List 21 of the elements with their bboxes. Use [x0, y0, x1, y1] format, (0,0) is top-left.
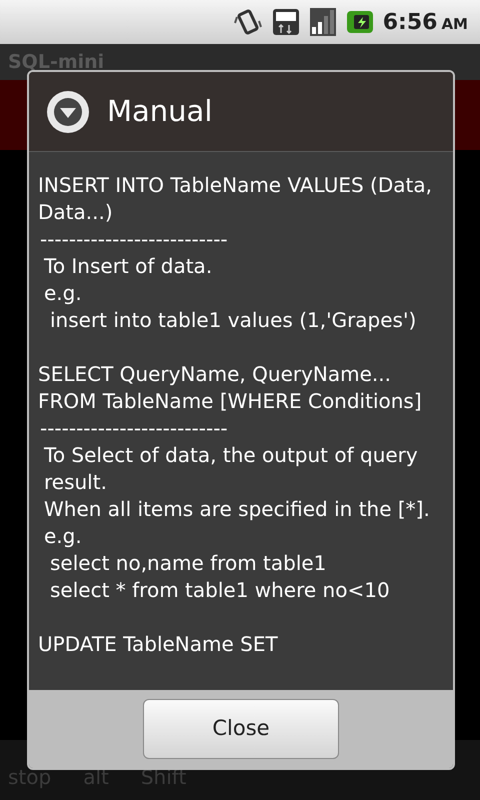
signal-icon [308, 7, 337, 37]
manual-note: e.g. [43, 523, 83, 550]
manual-note: To Select of data, the output of query result. [43, 442, 419, 496]
close-button[interactable]: Close [143, 699, 339, 759]
example-query: select * from table1 where no<10 [49, 577, 391, 604]
manual-note: To Insert of data. [43, 253, 214, 280]
battery-charging-icon [344, 9, 375, 35]
statement-text: UPDATE TableName SET [37, 631, 279, 658]
statement-text: INSERT INTO TableName VALUES (Data, Data...) [37, 172, 433, 226]
vibrate-phone-icon [232, 7, 263, 37]
dialog-title: Manual [107, 92, 212, 130]
dashed-rule-text: -------------------------- [39, 226, 229, 253]
manual-note: e.g. [43, 280, 83, 307]
statement-text: SELECT QueryName, QueryName... FROM TableName [WHERE Conditions] [37, 361, 423, 415]
example-query: insert into table1 values (1,'Grapes') [49, 307, 418, 334]
dashed-rule-text: -------------------------- [39, 415, 229, 442]
manual-note: When all items are specified in the [*]. [43, 496, 431, 523]
network-3g-icon [270, 7, 301, 37]
example-query: select no,name from table1 [49, 550, 328, 577]
clock: 6:56 AM [382, 8, 468, 36]
dropdown-circle-icon [45, 88, 91, 134]
